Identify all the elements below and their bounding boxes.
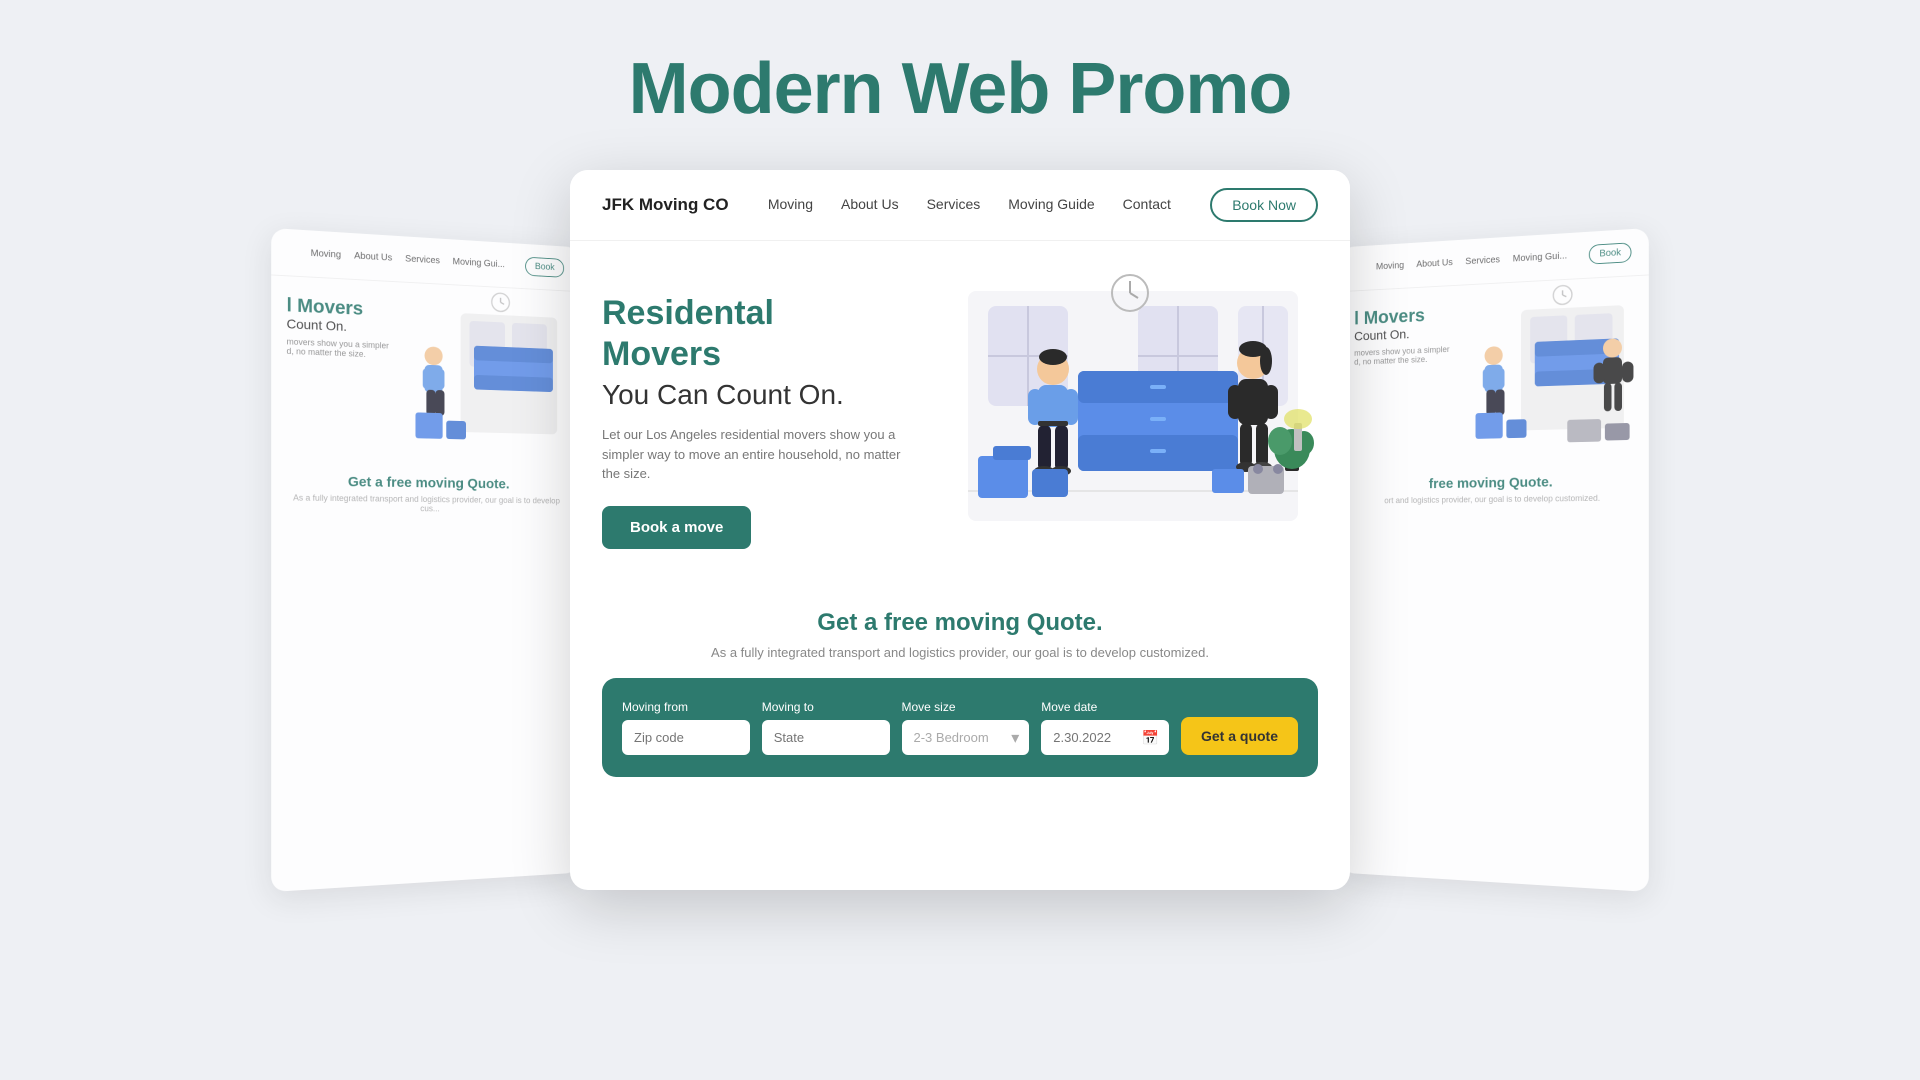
side-left-illustration-wrap bbox=[406, 301, 565, 452]
page-title-plain: Modern bbox=[629, 49, 902, 129]
movers-illustration-svg bbox=[938, 281, 1318, 561]
quote-title: Get a free moving Quote. bbox=[602, 609, 1318, 637]
page-main-title: Modern Web Promo bbox=[0, 48, 1920, 130]
side-right-hero-text: l Movers Count On. movers show you a sim… bbox=[1354, 304, 1459, 453]
hero-title: Residental Movers bbox=[602, 293, 902, 375]
nav-moving[interactable]: Moving bbox=[768, 196, 813, 214]
move-size-select[interactable]: 2-3 Bedroom Studio 1 Bedroom 4+ Bedroom bbox=[902, 720, 1030, 755]
side-right-clock-icon bbox=[1552, 284, 1573, 310]
move-size-select-wrapper: 2-3 Bedroom Studio 1 Bedroom 4+ Bedroom bbox=[902, 720, 1030, 755]
hero-text: Residental Movers You Can Count On. Let … bbox=[602, 293, 902, 548]
side-right-illustration-wrap bbox=[1467, 295, 1634, 450]
quote-section: Get a free moving Quote. As a fully inte… bbox=[570, 581, 1350, 777]
nav-about[interactable]: About Us bbox=[841, 196, 899, 214]
side-left-nav-links: Moving About Us Services Moving Gui... bbox=[311, 248, 505, 270]
hero-illustration bbox=[902, 281, 1318, 561]
move-date-label: Move date bbox=[1041, 700, 1169, 714]
side-left-illustration bbox=[406, 301, 565, 452]
page-title-area: Modern Web Promo bbox=[0, 0, 1920, 170]
side-right-quote-title: free moving Quote. bbox=[1340, 465, 1648, 496]
hero-cta-button[interactable]: Book a move bbox=[602, 506, 751, 549]
move-date-input[interactable] bbox=[1041, 720, 1169, 755]
hero-description: Let our Los Angeles residential movers s… bbox=[602, 425, 902, 484]
moving-from-field: Moving from bbox=[622, 700, 750, 755]
side-left-clock-icon bbox=[491, 292, 510, 317]
side-left-book-btn[interactable]: Book bbox=[525, 257, 564, 278]
right-side-card: Moving About Us Services Moving Gui... B… bbox=[1340, 228, 1648, 892]
navbar-links: Moving About Us Services Moving Guide Co… bbox=[768, 196, 1171, 214]
side-left-quote-title: Get a free moving Quote. bbox=[271, 465, 579, 496]
side-left-hero-text: l Movers Count On. movers show you a sim… bbox=[287, 295, 399, 449]
moving-to-field: Moving to bbox=[762, 700, 890, 755]
moving-to-label: Moving to bbox=[762, 700, 890, 714]
side-right-book-btn[interactable]: Book bbox=[1589, 242, 1632, 264]
side-left-quote-desc: As a fully integrated transport and logi… bbox=[271, 493, 579, 522]
moving-from-input[interactable] bbox=[622, 720, 750, 755]
page-title-bold: Web Promo bbox=[902, 49, 1292, 129]
moving-to-input[interactable] bbox=[762, 720, 890, 755]
left-side-card: Moving About Us Services Moving Gui... B… bbox=[271, 228, 579, 892]
side-right-hero-desc: movers show you a simplerd, no matter th… bbox=[1354, 344, 1459, 366]
quote-description: As a fully integrated transport and logi… bbox=[602, 645, 1318, 660]
navbar-brand: JFK Moving CO bbox=[602, 195, 729, 215]
move-date-field: Move date 📅 bbox=[1041, 700, 1169, 755]
move-date-wrapper: 📅 bbox=[1041, 720, 1169, 755]
hero-section: Residental Movers You Can Count On. Let … bbox=[570, 241, 1350, 581]
nav-services[interactable]: Services bbox=[927, 196, 981, 214]
hero-subtitle: You Can Count On. bbox=[602, 379, 902, 411]
moving-from-label: Moving from bbox=[622, 700, 750, 714]
quote-form: Moving from Moving to Move size 2-3 Bedr… bbox=[602, 678, 1318, 777]
nav-contact[interactable]: Contact bbox=[1123, 196, 1171, 214]
navbar-book-button[interactable]: Book Now bbox=[1210, 188, 1318, 222]
side-left-hero-desc: movers show you a simplerd, no matter th… bbox=[287, 337, 399, 360]
side-right-quote-desc: ort and logistics provider, our goal is … bbox=[1340, 493, 1648, 513]
main-navbar: JFK Moving CO Moving About Us Services M… bbox=[570, 170, 1350, 241]
side-right-hero: l Movers Count On. movers show you a sim… bbox=[1340, 275, 1648, 470]
side-right-nav-links: Moving About Us Services Moving Gui... bbox=[1376, 251, 1567, 272]
move-size-field: Move size 2-3 Bedroom Studio 1 Bedroom 4… bbox=[902, 700, 1030, 755]
side-left-hero: l Movers Count On. movers show you a sim… bbox=[271, 275, 579, 470]
clock-icon bbox=[1110, 273, 1150, 313]
move-size-label: Move size bbox=[902, 700, 1030, 714]
side-right-illustration bbox=[1467, 295, 1634, 450]
carousel-area: Moving About Us Services Moving Gui... B… bbox=[0, 170, 1920, 950]
main-card: JFK Moving CO Moving About Us Services M… bbox=[570, 170, 1350, 890]
get-quote-button[interactable]: Get a quote bbox=[1181, 717, 1298, 755]
nav-guide[interactable]: Moving Guide bbox=[1008, 196, 1094, 214]
